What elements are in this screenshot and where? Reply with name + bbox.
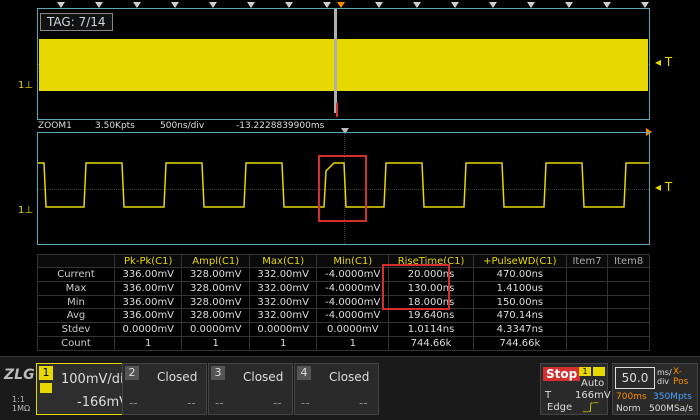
- ch4-state: Closed: [329, 370, 370, 384]
- ch4-control[interactable]: 4 Closed -- --: [294, 363, 379, 415]
- ch3-dash-left: --: [215, 396, 224, 410]
- header-max[interactable]: Max(C1): [248, 254, 318, 268]
- header-item8[interactable]: Item8: [607, 254, 650, 268]
- trigger-level: 166mV: [575, 390, 611, 401]
- ch3-dash-right: --: [273, 396, 282, 410]
- ch4-number: 4: [297, 366, 311, 380]
- zoom-trigger-level-marker[interactable]: ◂ T: [655, 180, 672, 194]
- trigger-type: Edge: [547, 402, 573, 413]
- ch2-control[interactable]: 2 Closed -- --: [122, 363, 207, 415]
- ch1-scale: 100mV/div: [61, 372, 132, 387]
- header-item7[interactable]: Item7: [565, 254, 609, 268]
- overview-trigger-level-marker[interactable]: ◂ T: [655, 55, 672, 69]
- ch4-dash-left: --: [301, 396, 310, 410]
- ch4-dash-right: --: [359, 396, 368, 410]
- header-min[interactable]: Min(C1): [316, 254, 390, 268]
- header-ampl[interactable]: Ampl(C1): [181, 254, 250, 268]
- rising-edge-icon: _∫‾: [583, 402, 599, 413]
- ch1-number: 1: [39, 366, 53, 380]
- table-row: Count 1 1 1 1 744.66k 744.66k: [37, 336, 650, 351]
- ch3-number: 3: [211, 366, 225, 380]
- zoom-ch1-marker[interactable]: 1⊥: [18, 205, 33, 216]
- ch3-control[interactable]: 3 Closed -- --: [208, 363, 293, 415]
- ch1-offset: -166mV: [77, 395, 129, 410]
- header-pulsewidth[interactable]: +PulseWD(C1): [473, 254, 567, 268]
- bottom-status-bar: ZLG 1:1 1MΩ 1 100mV/div -166mV 2 Closed …: [0, 356, 700, 420]
- overview-waveform-area[interactable]: [37, 8, 650, 120]
- horizontal-panel[interactable]: 50.0 ms/ div X-Pos 700ms 350Mpts Norm 50…: [612, 363, 698, 415]
- zoom-points: 3.50Kpts: [95, 121, 135, 131]
- zoom-timebase: 500ns/div: [160, 121, 205, 131]
- ch3-state: Closed: [243, 370, 284, 384]
- table-row: Current 336.00mV 328.00mV 332.00mV -4.00…: [37, 267, 650, 282]
- ch2-state: Closed: [157, 370, 198, 384]
- table-row: Stdev 0.0000mV 0.0000mV 0.0000mV 0.0000m…: [37, 322, 650, 338]
- table-row: Avg 336.00mV 328.00mV 332.00mV -4.0000mV…: [37, 308, 650, 324]
- zoom-label: ZOOM1: [38, 121, 72, 131]
- sample-rate: 500MSa/s: [649, 404, 693, 414]
- ch2-dash-right: --: [187, 396, 196, 410]
- overview-signal-band: [39, 39, 648, 91]
- ch1-coupling-icon: [40, 383, 52, 393]
- trigger-source-icon: [593, 367, 605, 376]
- highlight-risetime-box: [382, 264, 450, 310]
- trigger-mode: Auto: [581, 378, 605, 389]
- zoom-offset: -13.2228839900ms: [236, 121, 325, 131]
- measurement-header-row: Pk-Pk(C1) Ampl(C1) Max(C1) Min(C1) RiseT…: [37, 254, 650, 268]
- memory-depth: 350Mpts: [653, 392, 692, 402]
- acquire-mode: Norm: [616, 404, 641, 414]
- timebase-value: 50.0: [615, 367, 655, 389]
- ch2-number: 2: [125, 366, 139, 380]
- timebase-unit: ms/ div: [657, 368, 672, 386]
- zlg-logo: ZLG: [4, 367, 35, 383]
- header-blank: [37, 254, 115, 268]
- trigger-time-marker-icon: [337, 2, 345, 8]
- table-row: Min 336.00mV 328.00mV 332.00mV -4.0000mV…: [37, 294, 650, 310]
- trigger-label: T: [545, 390, 552, 401]
- header-pkpk[interactable]: Pk-Pk(C1): [113, 254, 183, 268]
- zoom-window-marker[interactable]: [334, 9, 337, 113]
- highlight-rising-edge-box: [318, 155, 367, 222]
- ch2-dash-left: --: [129, 396, 138, 410]
- overview-trigger-position: [336, 103, 338, 117]
- overview-ch1-marker[interactable]: 1⊥: [18, 80, 33, 91]
- probe-ratio: 1:1 1MΩ: [12, 395, 31, 413]
- overview-time-ticks: [37, 2, 650, 10]
- tag-counter: TAG: 7/14: [40, 13, 113, 31]
- run-stop-button[interactable]: Stop: [543, 367, 581, 381]
- table-row: Max 336.00mV 328.00mV 332.00mV -4.0000mV…: [37, 280, 650, 296]
- trigger-source-ch1: 1: [579, 367, 591, 376]
- run-trigger-panel[interactable]: Stop 1 Auto T 166mV Edge _∫‾: [540, 363, 611, 415]
- ch1-control[interactable]: 1 100mV/div -166mV: [36, 363, 131, 415]
- measurement-table: Pk-Pk(C1) Ampl(C1) Max(C1) Min(C1) RiseT…: [37, 254, 650, 351]
- horizontal-time: 700ms: [616, 392, 647, 402]
- xpos-label: X-Pos: [673, 367, 689, 387]
